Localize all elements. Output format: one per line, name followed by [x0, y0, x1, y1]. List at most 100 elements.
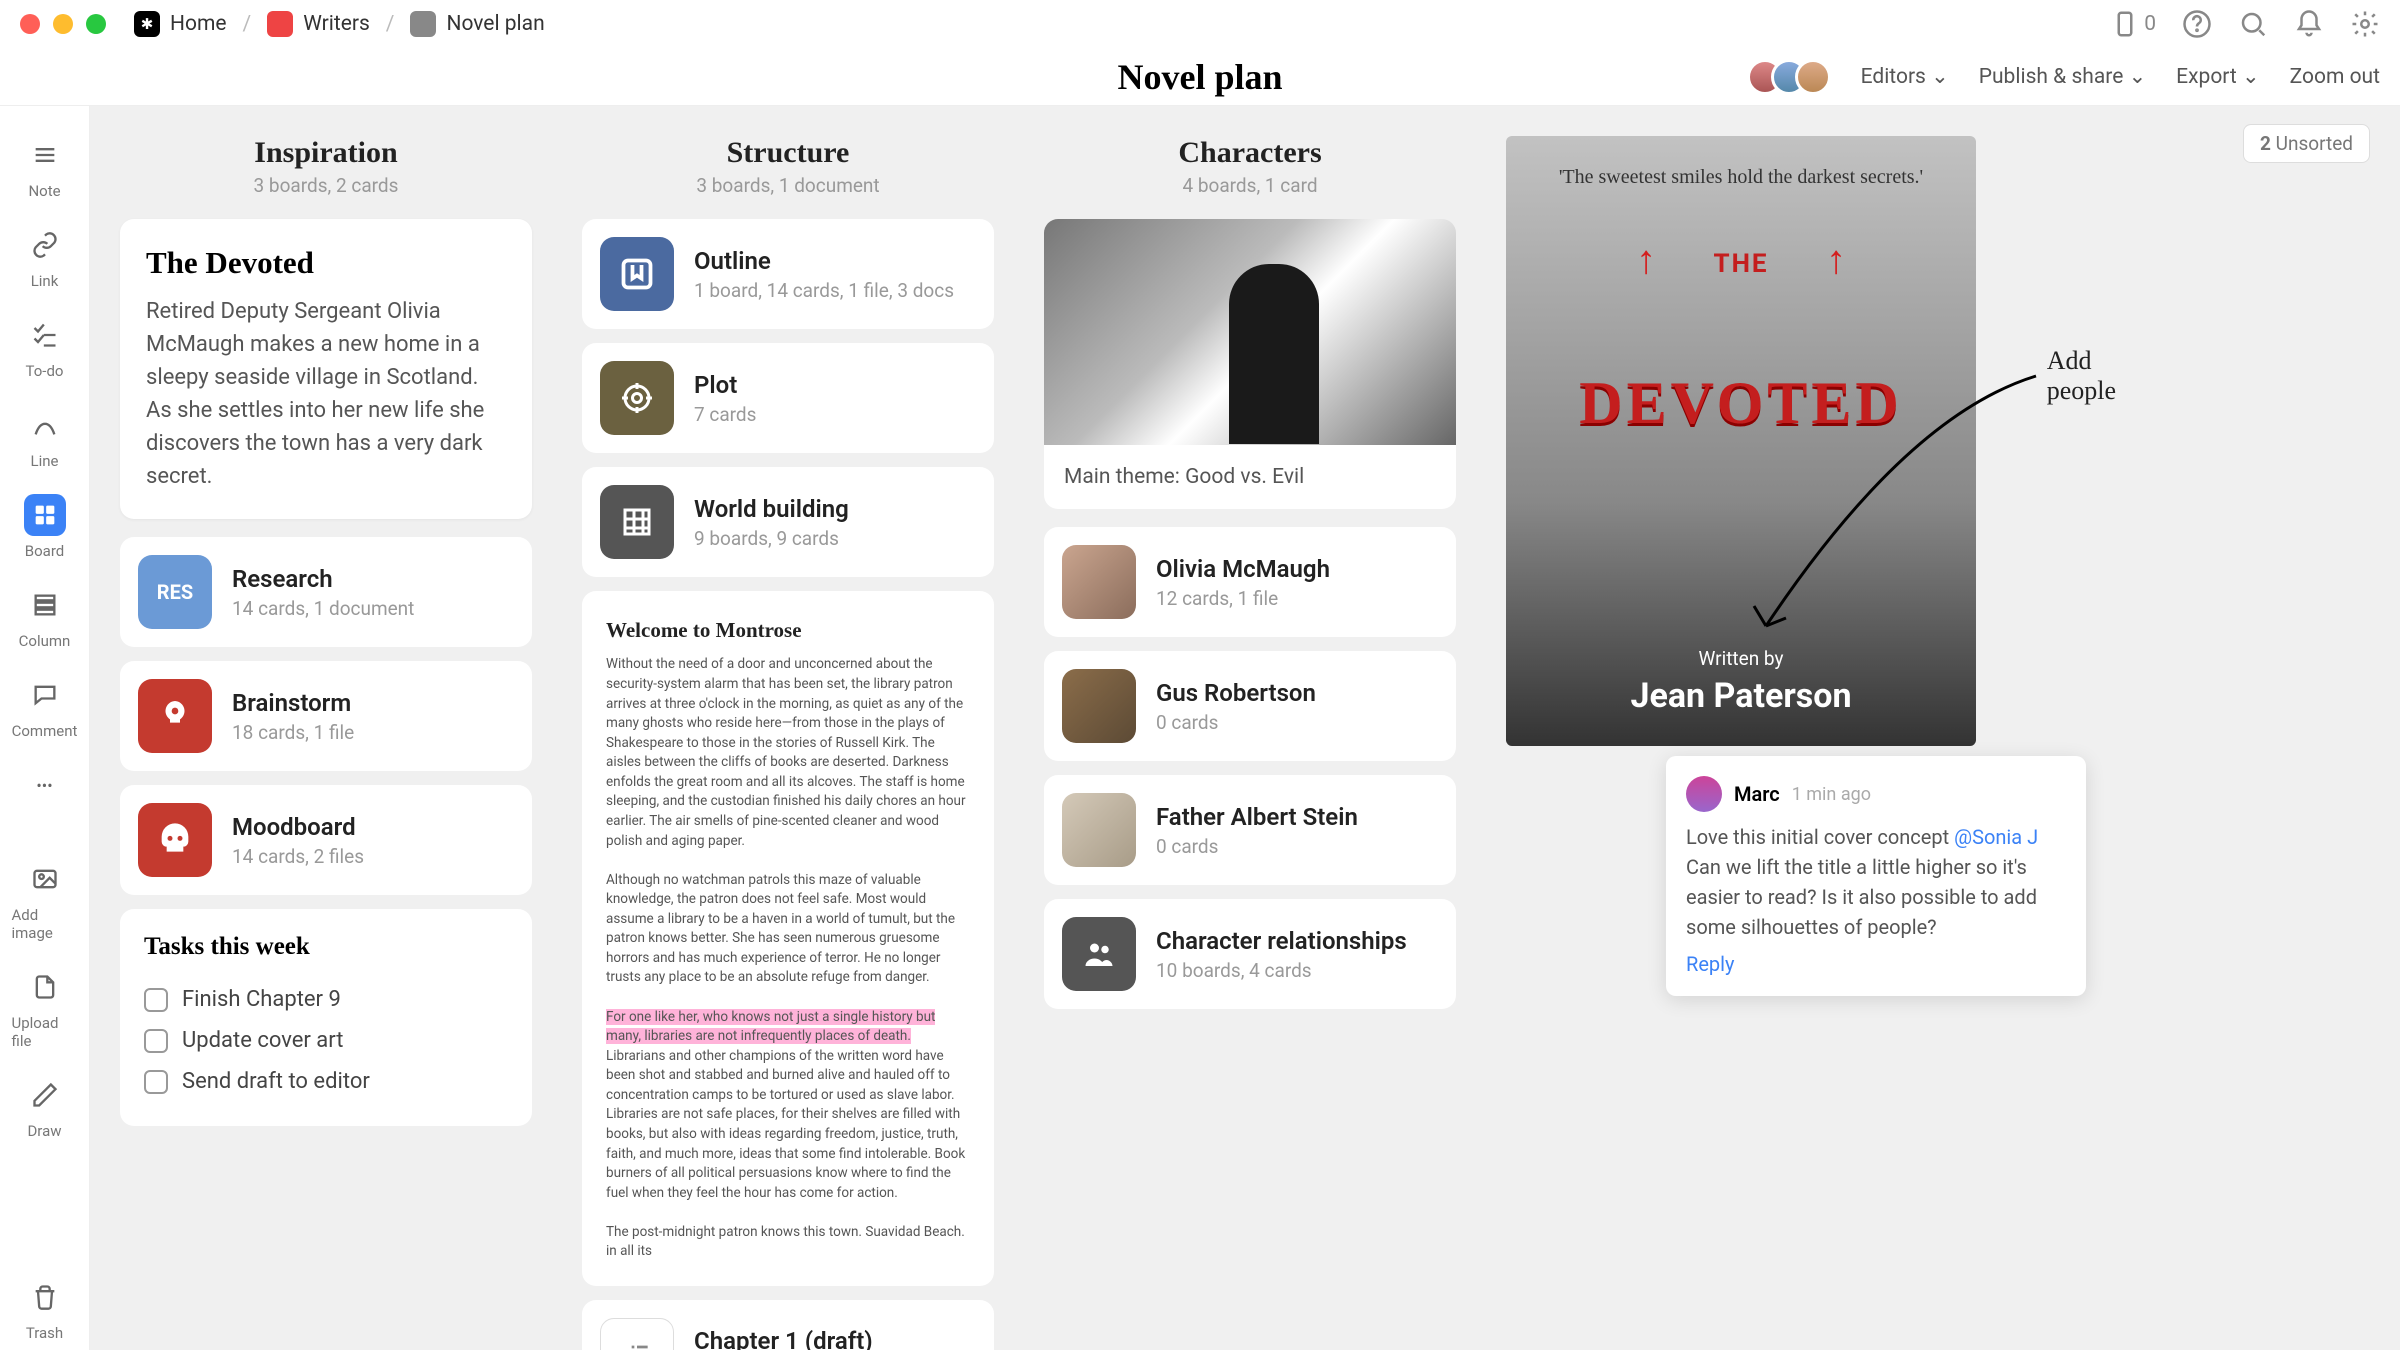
writers-icon[interactable]	[267, 11, 293, 37]
column-header[interactable]: Inspiration 3 boards, 2 cards	[120, 136, 532, 197]
checkbox[interactable]	[144, 988, 168, 1012]
tool-more[interactable]: •••	[12, 756, 78, 814]
tool-label: Upload file	[12, 1014, 78, 1050]
item-title: Father Albert Stein	[1156, 803, 1438, 831]
collaborator-avatars[interactable]	[1759, 59, 1831, 95]
mention[interactable]: @Sonia J	[1954, 825, 2038, 849]
avatar	[1062, 793, 1136, 867]
devoted-card[interactable]: The Devoted Retired Deputy Sergeant Oliv…	[120, 219, 532, 519]
tool-note[interactable]: Note	[12, 126, 78, 208]
task-label: Finish Chapter 9	[182, 987, 341, 1012]
tool-comment[interactable]: Comment	[12, 666, 78, 748]
crumb-novelplan[interactable]: Novel plan	[446, 12, 544, 36]
column-subtitle: 3 boards, 1 document	[582, 174, 994, 197]
item-sub: 0 cards	[1156, 711, 1438, 734]
item-sub: 0 cards	[1156, 835, 1438, 858]
reply-button[interactable]: Reply	[1686, 952, 2066, 976]
tool-board[interactable]: Board	[12, 486, 78, 568]
item-albert[interactable]: Father Albert Stein 0 cards	[1044, 775, 1456, 885]
tool-trash[interactable]: Trash	[12, 1268, 78, 1350]
chevron-down-icon: ⌄	[1931, 65, 1949, 89]
comment-time: 1 min ago	[1792, 784, 1871, 805]
avatar	[1062, 669, 1136, 743]
window-controls	[20, 14, 106, 34]
item-title: Moodboard	[232, 813, 514, 841]
annotation-arrow	[1706, 366, 2046, 666]
column-title: Structure	[582, 136, 994, 170]
tool-draw[interactable]: Draw	[12, 1066, 78, 1148]
tool-link[interactable]: Link	[12, 216, 78, 298]
item-chapter1[interactable]: Chapter 1 (draft)321 words	[582, 1300, 994, 1350]
checkbox[interactable]	[144, 1029, 168, 1053]
page-header: Novel plan Editors ⌄ Publish & share ⌄ E…	[0, 48, 2400, 106]
comment-popover[interactable]: Marc 1 min ago Love this initial cover c…	[1666, 756, 2086, 996]
task-item[interactable]: Update cover art	[144, 1020, 508, 1061]
item-outline[interactable]: Outline1 board, 14 cards, 1 file, 3 docs	[582, 219, 994, 329]
item-olivia[interactable]: Olivia McMaugh12 cards, 1 file	[1044, 527, 1456, 637]
sidebar: Note Link To-do Line Board Column Commen…	[0, 106, 90, 1350]
item-sub: 12 cards, 1 file	[1156, 587, 1438, 610]
crumb-home[interactable]: Home	[170, 12, 227, 36]
item-plot[interactable]: Plot7 cards	[582, 343, 994, 453]
checkbox[interactable]	[144, 1070, 168, 1094]
novelplan-icon[interactable]	[410, 11, 436, 37]
tool-line[interactable]: Line	[12, 396, 78, 478]
people-icon	[1062, 917, 1136, 991]
tool-todo[interactable]: To-do	[12, 306, 78, 388]
item-title: Gus Robertson	[1156, 679, 1438, 707]
item-title: Research	[232, 565, 514, 593]
tool-add-image[interactable]: Add image	[12, 850, 78, 950]
unsorted-badge[interactable]: 2 Unsorted	[2243, 124, 2370, 163]
zoom-out-button[interactable]: Zoom out	[2290, 65, 2380, 89]
column-icon	[24, 584, 66, 626]
theme-text: Main theme: Good vs. Evil	[1044, 445, 1456, 509]
cover-art[interactable]: 'The sweetest smiles hold the darkest se…	[1506, 136, 1976, 746]
character-photo-card[interactable]: Main theme: Good vs. Evil	[1044, 219, 1456, 509]
minimize-icon[interactable]	[53, 14, 73, 34]
export-button[interactable]: Export ⌄	[2176, 64, 2259, 89]
link-icon	[24, 224, 66, 266]
maximize-icon[interactable]	[86, 14, 106, 34]
tool-upload-file[interactable]: Upload file	[12, 958, 78, 1058]
item-sub: 7 cards	[694, 403, 976, 426]
item-relationships[interactable]: Character relationships10 boards, 4 card…	[1044, 899, 1456, 1009]
help-icon[interactable]	[2182, 9, 2212, 39]
tool-column[interactable]: Column	[12, 576, 78, 658]
item-world-building[interactable]: World building9 boards, 9 cards	[582, 467, 994, 577]
task-item[interactable]: Finish Chapter 9	[144, 979, 508, 1020]
publish-button[interactable]: Publish & share ⌄	[1979, 64, 2146, 89]
chevron-down-icon: ⌄	[2129, 65, 2147, 89]
item-research[interactable]: RES Research14 cards, 1 document	[120, 537, 532, 647]
item-sub: 14 cards, 1 document	[232, 597, 514, 620]
tasks-card[interactable]: Tasks this week Finish Chapter 9 Update …	[120, 909, 532, 1126]
item-sub: 1 board, 14 cards, 1 file, 3 docs	[694, 279, 976, 302]
arrow-icon: ↑	[1826, 236, 1846, 283]
item-gus[interactable]: Gus Robertson 0 cards	[1044, 651, 1456, 761]
canvas[interactable]: 2 Unsorted Inspiration 3 boards, 2 cards…	[90, 106, 2400, 1350]
tool-label: Comment	[12, 722, 78, 740]
column-title: Characters	[1044, 136, 1456, 170]
avatar	[1686, 776, 1722, 812]
document-preview[interactable]: Welcome to Montrose Without the need of …	[582, 591, 994, 1286]
task-item[interactable]: Send draft to editor	[144, 1061, 508, 1102]
tool-label: Draw	[27, 1122, 61, 1140]
pencil-icon	[24, 1074, 66, 1116]
search-icon[interactable]	[2238, 9, 2268, 39]
crumb-separator: /	[386, 12, 395, 36]
column-header[interactable]: Structure 3 boards, 1 document	[582, 136, 994, 197]
close-icon[interactable]	[20, 14, 40, 34]
editors-button[interactable]: Editors ⌄	[1861, 64, 1949, 89]
tool-label: Add image	[12, 906, 78, 942]
bell-icon[interactable]	[2294, 9, 2324, 39]
devices-button[interactable]: 0	[2110, 9, 2156, 39]
column-header[interactable]: Characters 4 boards, 1 card	[1044, 136, 1456, 197]
item-brainstorm[interactable]: Brainstorm18 cards, 1 file	[120, 661, 532, 771]
doc-paragraph: The post-midnight patron knows this town…	[606, 1223, 970, 1262]
item-title: World building	[694, 495, 976, 523]
grid-icon	[600, 485, 674, 559]
item-moodboard[interactable]: Moodboard14 cards, 2 files	[120, 785, 532, 895]
tool-label: Note	[28, 182, 60, 200]
gear-icon[interactable]	[2350, 9, 2380, 39]
home-icon[interactable]: ✱	[134, 11, 160, 37]
crumb-writers[interactable]: Writers	[303, 12, 370, 36]
